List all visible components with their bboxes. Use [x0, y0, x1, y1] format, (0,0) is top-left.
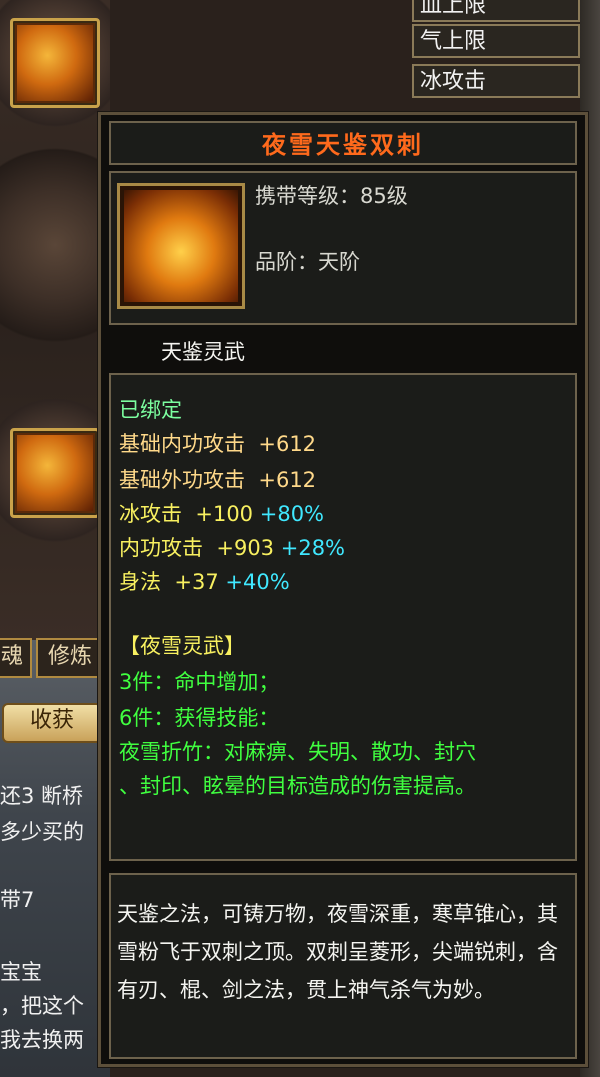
chat-line: 多少买的	[0, 820, 84, 844]
skill-description-line: 、封印、眩晕的目标造成的伤害提高。	[119, 774, 476, 798]
stat-line: 身法 +37 +40%	[119, 569, 290, 595]
harvest-button[interactable]: 收获	[2, 703, 102, 743]
chat-line: 我去换两	[0, 1028, 84, 1052]
harvest-button-label: 收获	[29, 708, 74, 733]
stat-row-hp: 血上限	[412, 0, 580, 22]
stat-label: 血上限	[420, 0, 487, 18]
stat-line: 基础外功攻击 +612	[119, 467, 316, 493]
stat-base: +100	[195, 502, 254, 526]
skill-description-line: 夜雪折竹：对麻痹、失明、散功、封穴	[119, 740, 476, 764]
stat-base: +37	[174, 570, 219, 594]
set-bonus-6: 6件：获得技能：	[119, 706, 280, 730]
stat-base: +612	[258, 468, 317, 492]
stat-bonus: +28%	[280, 536, 346, 560]
stat-row-ice: 冰攻击	[412, 64, 580, 98]
twin-blade-icon	[124, 190, 238, 302]
stat-bonus: +40%	[225, 570, 290, 594]
bracer-slot[interactable]	[10, 428, 100, 518]
stat-label: 基础外功攻击	[119, 468, 245, 492]
set-name: 【夜雪灵武】	[119, 634, 245, 658]
tab-label: 修炼	[47, 644, 92, 669]
stat-line: 基础内功攻击 +612	[119, 431, 316, 457]
item-series: 天鉴灵武	[161, 340, 245, 364]
stat-bonus: +80%	[259, 502, 325, 526]
chat-line: 还3 断桥	[0, 784, 84, 808]
item-grade: 品阶：天阶	[255, 250, 360, 274]
item-description: 天鉴之法，可铸万物，夜雪深重，寒草锥心，其雪粉飞于双刺之顶。双刺呈菱形，尖端锐刺…	[117, 902, 558, 1002]
stat-base: +612	[258, 432, 317, 456]
stat-line: 冰攻击 +100 +80%	[119, 501, 324, 527]
stat-label: 内功攻击	[119, 536, 203, 560]
chat-line: 宝宝	[0, 960, 42, 984]
chat-line: ，把这个	[0, 994, 84, 1018]
stat-label: 身法	[119, 570, 161, 594]
stat-label: 冰攻击	[420, 69, 487, 94]
item-tooltip: 夜雪天鉴双刺 携带等级：85级 品阶：天阶 天鉴灵武 已绑定 基础内功攻击 +6…	[98, 112, 588, 1067]
tab-label: 魂	[0, 644, 23, 669]
carry-level: 携带等级：85级	[255, 184, 408, 208]
stat-label: 冰攻击	[119, 502, 182, 526]
bound-status: 已绑定	[119, 398, 182, 422]
tab-soul[interactable]: 魂	[0, 638, 32, 678]
set-bonus-3: 3件：命中增加；	[119, 670, 280, 694]
weapon-slot[interactable]	[10, 18, 100, 108]
stat-line: 内功攻击 +903 +28%	[119, 535, 345, 561]
stat-base: +903	[216, 536, 275, 560]
belt-icon	[17, 435, 93, 511]
item-title: 夜雪天鉴双刺	[109, 121, 577, 165]
chat-line: 带7	[0, 888, 35, 912]
stat-label: 基础内功攻击	[119, 432, 245, 456]
stat-label: 气上限	[420, 29, 487, 54]
twin-blade-icon	[17, 25, 93, 101]
item-icon	[117, 183, 245, 309]
stat-row-qi: 气上限	[412, 24, 580, 58]
tab-cultivate[interactable]: 修炼	[36, 638, 104, 678]
